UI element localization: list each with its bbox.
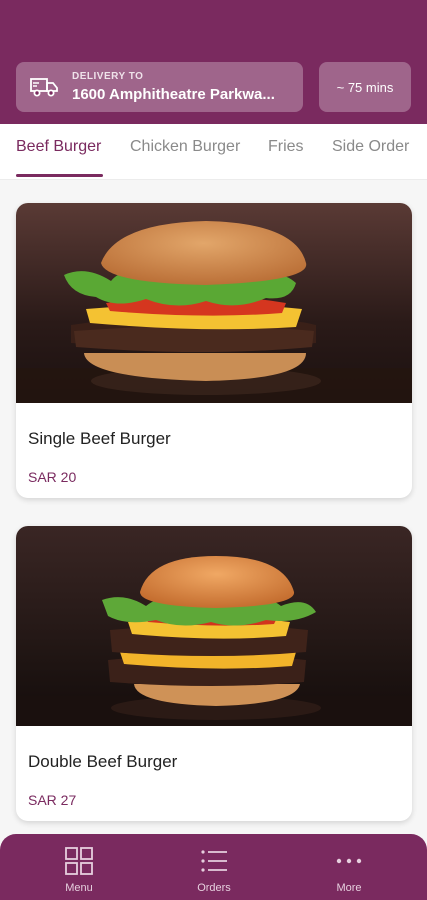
delivery-label: DELIVERY TO [72, 71, 144, 82]
grid-icon [65, 847, 93, 875]
double-burger-image [16, 526, 412, 726]
app-header: DELIVERY TO 1600 Amphitheatre Parkwa... … [0, 0, 427, 124]
delivery-address: 1600 Amphitheatre Parkwa... [72, 86, 275, 103]
truck-icon [30, 78, 58, 97]
product-name: Single Beef Burger [28, 429, 171, 448]
nav-more[interactable]: More [304, 846, 394, 894]
tab-chicken-burger[interactable]: Chicken Burger [130, 138, 240, 156]
nav-menu-label: Menu [65, 882, 93, 894]
category-tabs: Beef Burger Chicken Burger Fries Side Or… [0, 124, 427, 180]
single-burger-image [16, 203, 412, 403]
product-name: Double Beef Burger [28, 752, 178, 771]
nav-more-label: More [336, 882, 362, 894]
tab-fries[interactable]: Fries [268, 138, 304, 156]
tab-beef-burger[interactable]: Beef Burger [16, 138, 101, 156]
bottom-navigation: Menu Orders More [0, 834, 427, 900]
product-price: SAR 20 [28, 469, 77, 485]
nav-orders-label: Orders [197, 882, 231, 894]
nav-menu[interactable]: Menu [34, 846, 124, 894]
tab-side-order[interactable]: Side Order [332, 138, 409, 156]
product-card[interactable]: Single Beef Burger SAR 20 [16, 203, 412, 498]
more-dots-icon [336, 858, 362, 864]
list-icon [201, 850, 227, 872]
product-price: SAR 27 [28, 792, 77, 808]
active-tab-indicator [16, 174, 103, 177]
delivery-address-button[interactable]: DELIVERY TO 1600 Amphitheatre Parkwa... [16, 62, 303, 112]
eta-badge[interactable]: ~ 75 mins [319, 62, 411, 112]
nav-orders[interactable]: Orders [169, 846, 259, 894]
product-card[interactable]: Double Beef Burger SAR 27 [16, 526, 412, 821]
